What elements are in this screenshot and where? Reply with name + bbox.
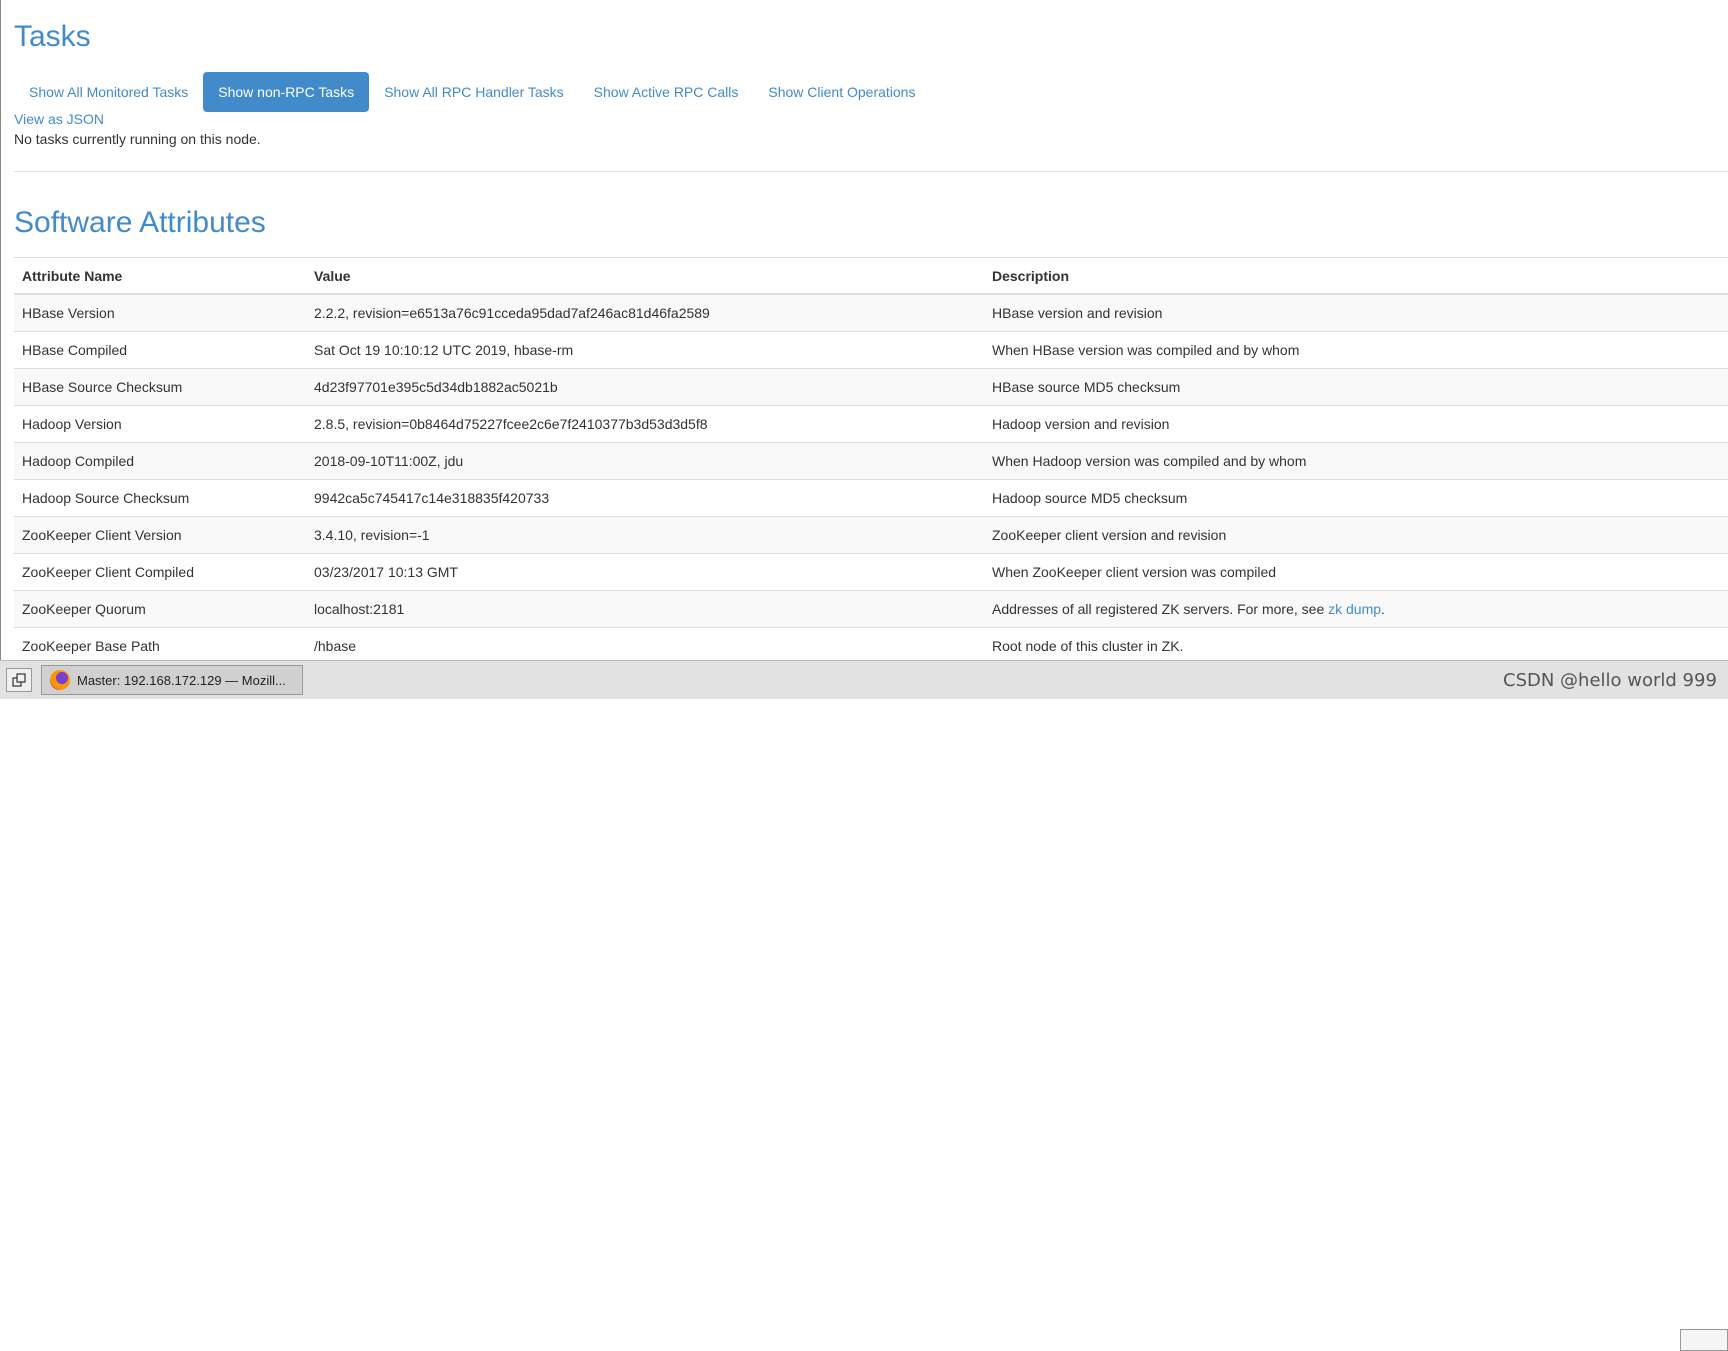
description-suffix: . xyxy=(1381,601,1385,617)
attribute-value-cell: 03/23/2017 10:13 GMT xyxy=(306,553,984,591)
attribute-name-cell: ZooKeeper Quorum xyxy=(14,590,306,628)
attribute-name-cell: HBase Compiled xyxy=(14,331,306,369)
attribute-value-cell: /hbase xyxy=(306,627,984,664)
task-window-title: Master: 192.168.172.129 — Mozill... xyxy=(77,672,286,688)
description-text: Addresses of all registered ZK servers. … xyxy=(992,601,1329,617)
attribute-description-cell: HBase source MD5 checksum xyxy=(984,368,1728,406)
attribute-name-cell: ZooKeeper Client Compiled xyxy=(14,553,306,591)
attribute-description-cell: ZooKeeper client version and revision xyxy=(984,516,1728,554)
attribute-value-cell: 2.8.5, revision=0b8464d75227fcee2c6e7f24… xyxy=(306,405,984,443)
tasks-heading: Tasks xyxy=(14,20,91,53)
section-divider xyxy=(14,171,1728,172)
zk-dump-link[interactable]: zk dump xyxy=(1328,601,1381,617)
attribute-name-cell: Hadoop Compiled xyxy=(14,442,306,480)
attribute-description-cell: Hadoop source MD5 checksum xyxy=(984,479,1728,517)
attribute-value-cell: 4d23f97701e395c5d34db1882ac5021b xyxy=(306,368,984,406)
tab-all-rpc-handler-tasks[interactable]: Show All RPC Handler Tasks xyxy=(369,72,578,112)
firefox-task-button[interactable]: Master: 192.168.172.129 — Mozill... xyxy=(41,665,303,695)
table-row: ZooKeeper Base Path /hbase Root node of … xyxy=(14,627,1728,664)
attribute-value-cell: 3.4.10, revision=-1 xyxy=(306,516,984,554)
view-as-json-link[interactable]: View as JSON xyxy=(14,111,104,127)
attribute-value-cell: 2018-09-10T11:00Z, jdu xyxy=(306,442,984,480)
attribute-description-cell: Root node of this cluster in ZK. xyxy=(984,627,1728,664)
window-left-border xyxy=(0,0,1,660)
attribute-value-cell: localhost:2181 xyxy=(306,590,984,628)
attribute-description-cell: When ZooKeeper client version was compil… xyxy=(984,553,1728,591)
attribute-value-cell: 9942ca5c745417c14e318835f420733 xyxy=(306,479,984,517)
table-row: Hadoop Source Checksum 9942ca5c745417c14… xyxy=(14,479,1728,517)
attribute-name-cell: ZooKeeper Client Version xyxy=(14,516,306,554)
column-header-description: Description xyxy=(984,257,1728,295)
csdn-watermark: CSDN @hello world 999 xyxy=(1503,670,1717,691)
tab-all-monitored-tasks[interactable]: Show All Monitored Tasks xyxy=(14,72,203,112)
tab-non-rpc-tasks[interactable]: Show non-RPC Tasks xyxy=(203,72,370,112)
tab-client-operations[interactable]: Show Client Operations xyxy=(753,72,930,112)
table-row: HBase Source Checksum 4d23f97701e395c5d3… xyxy=(14,368,1728,406)
tray-area[interactable] xyxy=(1680,1329,1728,1351)
task-filter-tabs: Show All Monitored Tasks Show non-RPC Ta… xyxy=(14,72,930,112)
table-row: Hadoop Version 2.8.5, revision=0b8464d75… xyxy=(14,405,1728,443)
attribute-value-cell: Sat Oct 19 10:10:12 UTC 2019, hbase-rm xyxy=(306,331,984,369)
attribute-name-cell: Hadoop Version xyxy=(14,405,306,443)
table-row: ZooKeeper Client Compiled 03/23/2017 10:… xyxy=(14,553,1728,591)
show-desktop-icon xyxy=(12,673,26,687)
attribute-description-cell: HBase version and revision xyxy=(984,293,1728,332)
attribute-name-cell: ZooKeeper Base Path xyxy=(14,627,306,664)
attribute-name-cell: Hadoop Source Checksum xyxy=(14,479,306,517)
table-row: ZooKeeper Quorum localhost:2181 Addresse… xyxy=(14,590,1728,628)
column-header-value: Value xyxy=(306,257,984,295)
attribute-description-cell: When Hadoop version was compiled and by … xyxy=(984,442,1728,480)
tab-active-rpc-calls[interactable]: Show Active RPC Calls xyxy=(579,72,754,112)
column-header-attribute-name: Attribute Name xyxy=(14,257,306,295)
firefox-icon xyxy=(50,670,70,690)
no-tasks-message: No tasks currently running on this node. xyxy=(14,131,261,147)
table-row: ZooKeeper Client Version 3.4.10, revisio… xyxy=(14,516,1728,554)
software-attributes-heading: Software Attributes xyxy=(14,206,266,239)
software-attributes-table: Attribute Name Value Description HBase V… xyxy=(14,257,1728,664)
table-header-row: Attribute Name Value Description xyxy=(14,257,1728,295)
attribute-description-cell: Addresses of all registered ZK servers. … xyxy=(984,590,1728,628)
table-row: HBase Compiled Sat Oct 19 10:10:12 UTC 2… xyxy=(14,331,1728,369)
attribute-name-cell: HBase Version xyxy=(14,293,306,332)
table-row: HBase Version 2.2.2, revision=e6513a76c9… xyxy=(14,293,1728,332)
taskbar: Master: 192.168.172.129 — Mozill... xyxy=(0,660,1728,1351)
attribute-description-cell: When HBase version was compiled and by w… xyxy=(984,331,1728,369)
table-row: Hadoop Compiled 2018-09-10T11:00Z, jdu W… xyxy=(14,442,1728,480)
attribute-description-cell: Hadoop version and revision xyxy=(984,405,1728,443)
show-desktop-button[interactable] xyxy=(6,668,32,692)
attribute-name-cell: HBase Source Checksum xyxy=(14,368,306,406)
attribute-value-cell: 2.2.2, revision=e6513a76c91cceda95dad7af… xyxy=(306,293,984,332)
